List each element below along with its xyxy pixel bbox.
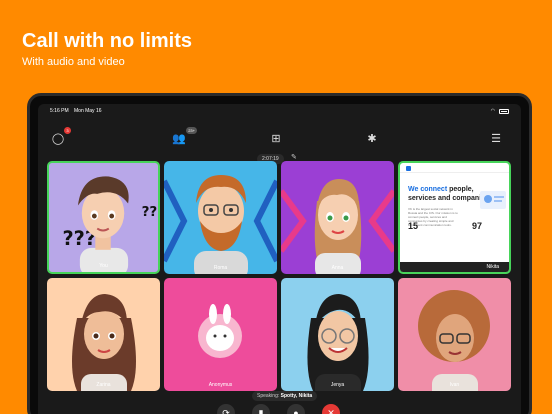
participant-tile-ivan[interactable]: Ivan: [398, 278, 511, 391]
participant-tile-anna[interactable]: Anna: [281, 161, 394, 274]
hero-subtitle: With audio and video: [22, 56, 125, 68]
participant-name: Anonymus: [208, 382, 233, 388]
participant-name: Nikita: [400, 262, 509, 272]
status-time: 5:16 PM: [50, 108, 69, 114]
participant-tile-nikita-screenshare[interactable]: We connect people, services and companie…: [398, 161, 511, 274]
participant-name: You: [99, 263, 108, 269]
chat-button[interactable]: ◯ 3: [50, 127, 71, 146]
mic-toggle-button[interactable]: ●: [287, 404, 305, 414]
call-toolbar: ◯ 3 👥 23+ ⊞ ✱ ☰: [38, 127, 521, 150]
participant-tile-jenya[interactable]: Jenya: [281, 278, 394, 391]
camera-icon: ▮: [258, 407, 264, 414]
flip-camera-icon: ⟳: [222, 407, 230, 414]
participants-icon: 👥: [172, 132, 186, 145]
status-bar: 5:16 PM Mon May 16 ◠: [38, 104, 521, 118]
tablet-frame: 5:16 PM Mon May 16 ◠ ◯ 3 👥 23+ ⊞ ✱ ☰ 2:0…: [27, 93, 532, 414]
hero-title: Call with no limits: [22, 30, 193, 52]
menu-button[interactable]: ☰: [488, 130, 504, 146]
wifi-icon: ◠: [490, 108, 495, 114]
vk-logo-icon: [406, 166, 411, 171]
end-call-button[interactable]: ✕: [322, 404, 340, 414]
participant-name: Jenya: [330, 382, 345, 388]
participant-tile-zarina[interactable]: Zarina: [47, 278, 160, 391]
call-controls: ⟳ ▮ ● ✕: [38, 404, 521, 414]
menu-icon: ☰: [491, 132, 501, 145]
close-icon: ✕: [327, 407, 335, 414]
status-date: Mon May 16: [74, 108, 102, 114]
grid-layout-icon: ⊞: [271, 132, 281, 145]
shared-stat-2: 97: [472, 221, 483, 231]
bluetooth-button[interactable]: ✱: [364, 130, 380, 146]
svg-text:??: ??: [142, 204, 158, 220]
flip-camera-button[interactable]: ⟳: [217, 404, 235, 414]
participant-name: Ivan: [449, 382, 460, 388]
pin-icon[interactable]: ✎: [291, 153, 297, 161]
shared-page-header: [400, 163, 509, 173]
speaking-names: Spotty, Nikita: [280, 393, 313, 399]
avatar: [281, 179, 394, 274]
participant-tile-roma[interactable]: Roma: [164, 161, 277, 274]
speaking-label: Speaking:: [257, 393, 280, 399]
speaking-indicator: Speaking: Spotty, Nikita: [252, 391, 318, 401]
participant-tile-you[interactable]: ??? ?? You: [47, 161, 160, 274]
avatar: [307, 294, 369, 391]
chat-icon: ◯: [51, 132, 65, 145]
bluetooth-icon: ✱: [367, 132, 377, 145]
participants-count: 23+: [186, 127, 197, 134]
microphone-icon: ●: [293, 408, 299, 414]
avatar: [198, 304, 242, 358]
participants-button[interactable]: 👥 23+: [171, 127, 197, 146]
avatar: [72, 294, 136, 391]
call-screen: 5:16 PM Mon May 16 ◠ ◯ 3 👥 23+ ⊞ ✱ ☰ 2:0…: [38, 104, 521, 414]
illustration-icon: [480, 191, 506, 209]
participant-tile-anonymus[interactable]: Anonymus: [164, 278, 277, 391]
chat-badge: 3: [64, 127, 71, 134]
avatar: [418, 290, 490, 391]
video-toggle-button[interactable]: ▮: [252, 404, 270, 414]
layout-button[interactable]: ⊞: [268, 130, 284, 146]
participant-name: Roma: [213, 265, 228, 271]
avatar: [164, 175, 277, 274]
participant-name: Anna: [331, 265, 344, 271]
shared-stat-1: 15: [408, 221, 419, 231]
battery-icon: [499, 108, 509, 114]
participant-grid: ??? ?? You Roma Anna We connect people, …: [47, 161, 511, 391]
participant-name: Zarina: [96, 382, 111, 388]
avatar: ??? ??: [63, 176, 158, 272]
